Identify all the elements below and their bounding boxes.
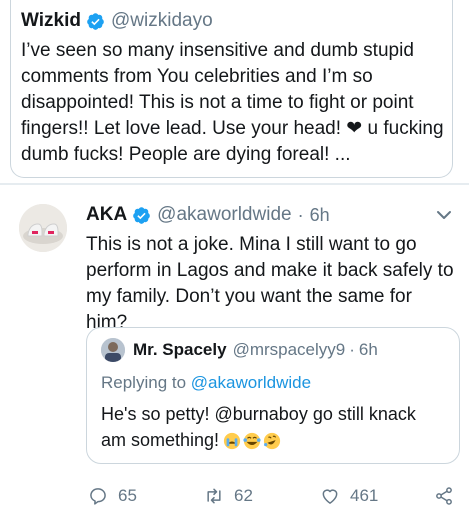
main-tweet-header: AKA @akaworldwide · 6h	[86, 203, 330, 227]
quoted-tweet-card[interactable]: Mr. Spacely @mrspacelyy9 · 6h Replying t…	[86, 327, 460, 464]
tears-of-joy-emoji-icon	[243, 433, 261, 450]
quoted-tweet-timestamp: 6h	[358, 340, 378, 359]
top-tweet-text: I’ve seen so many insensitive and dumb s…	[21, 40, 444, 165]
like-button[interactable]: 461	[320, 485, 378, 507]
reply-button[interactable]: 65	[88, 485, 137, 507]
top-tweet-author-name[interactable]: Wizkid	[21, 10, 81, 32]
rolling-laughing-emoji-icon	[263, 433, 281, 450]
quoted-tweet-author-name: Mr. Spacely	[133, 340, 227, 359]
avatar[interactable]	[19, 204, 67, 252]
main-tweet-author-name[interactable]: AKA	[86, 204, 127, 226]
quoted-avatar-image	[101, 338, 125, 362]
share-icon	[436, 487, 452, 505]
replying-to-label: Replying to	[101, 373, 187, 392]
reply-icon	[90, 488, 106, 505]
reply-count: 65	[118, 486, 137, 505]
avatar-image	[19, 204, 67, 252]
quoted-top-tweet-card[interactable]: Wizkid @wizkidayo I’ve seen so many inse…	[10, 0, 453, 178]
replying-to-line: Replying to @akaworldwide	[101, 373, 311, 393]
quoted-header-separator: ·	[349, 340, 355, 359]
retweet-icon	[207, 488, 221, 504]
retweet-count: 62	[234, 486, 253, 505]
quoted-tweet-body: He's so petty! @burnaboy go still knack …	[101, 401, 441, 453]
emoji-group	[223, 432, 281, 450]
header-separator: ·	[297, 204, 304, 225]
like-icon	[322, 489, 338, 504]
verified-badge-icon	[87, 12, 104, 30]
quoted-tweet-handle: @mrspacelyy9	[232, 340, 346, 359]
top-tweet-handle[interactable]: @wizkidayo	[111, 10, 213, 32]
retweet-button[interactable]: 62	[204, 485, 253, 507]
top-tweet-header: Wizkid @wizkidayo	[21, 9, 213, 33]
like-count: 461	[350, 486, 379, 505]
replying-to-handle[interactable]: @akaworldwide	[191, 373, 311, 392]
verified-badge-icon	[133, 206, 150, 224]
quoted-tweet-header: Mr. Spacely @mrspacelyy9 · 6h	[133, 338, 378, 362]
main-tweet-timestamp[interactable]: 6h	[310, 205, 330, 226]
share-button[interactable]	[434, 485, 454, 507]
main-tweet-handle[interactable]: @akaworldwide	[157, 204, 291, 226]
quoted-avatar[interactable]	[101, 338, 125, 362]
crying-face-emoji-icon	[223, 433, 241, 450]
section-divider	[0, 183, 469, 185]
main-tweet-text: This is not a joke. Mina I still want to…	[86, 234, 454, 333]
chevron-down-icon[interactable]	[436, 209, 452, 221]
